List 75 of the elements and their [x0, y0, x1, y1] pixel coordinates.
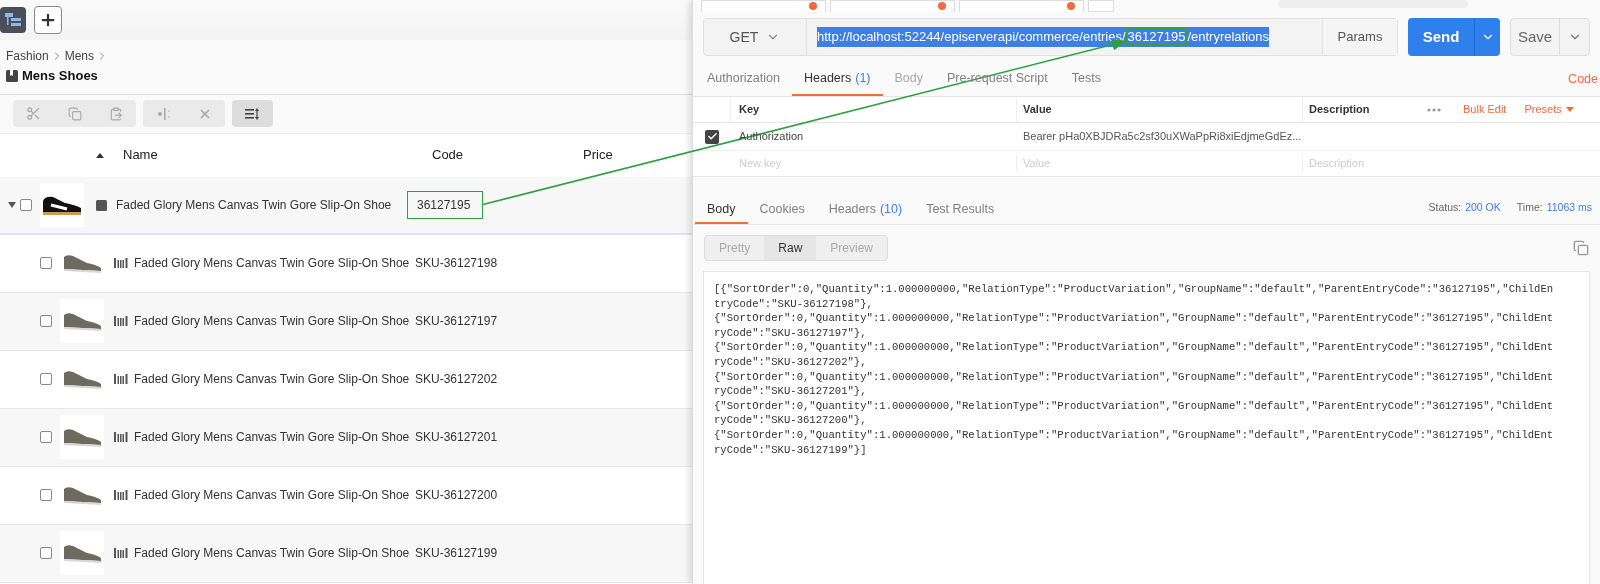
product-name: Faded Glory Mens Canvas Twin Gore Slip-On Shoe	[116, 196, 393, 214]
table-row[interactable]: Faded Glory Mens Canvas Twin Gore Slip-On Shoe SKU-36127199	[0, 524, 692, 583]
table-row[interactable]: Faded Glory Mens Canvas Twin Gore Slip-On Shoe 36127195	[0, 176, 692, 235]
table-row[interactable]: Faded Glory Mens Canvas Twin Gore Slip-On Shoe SKU-36127197	[0, 292, 692, 351]
time-value: 11063 ms	[1546, 199, 1592, 215]
product-name: Faded Glory Mens Canvas Twin Gore Slip-On Shoe	[134, 429, 411, 446]
product-code: SKU-36127198	[415, 255, 498, 272]
row-checkbox[interactable]	[40, 547, 52, 559]
response-tab[interactable]: Headers (10)	[816, 197, 915, 224]
column-header: Value	[1017, 97, 1303, 122]
barcode-icon	[114, 374, 128, 384]
shoe-thumbnail	[60, 415, 104, 459]
product-code: SKU-36127201	[415, 429, 498, 446]
product-name: Faded Glory Mens Canvas Twin Gore Slip-On Shoe	[134, 313, 411, 330]
column-header[interactable]: Name	[123, 145, 432, 165]
product-code: SKU-36127200	[415, 487, 498, 504]
product-code: SKU-36127202	[415, 371, 498, 388]
row-checkbox[interactable]	[40, 315, 52, 327]
response-tab[interactable]: Body	[695, 197, 748, 224]
product-name: Faded Glory Mens Canvas Twin Gore Slip-On Shoe	[134, 545, 411, 562]
product-code: SKU-36127199	[415, 545, 498, 562]
response-tab[interactable]: Cookies	[747, 197, 817, 224]
send-button[interactable]: Send	[1408, 18, 1474, 56]
shoe-thumbnail	[40, 182, 84, 227]
product-name: Faded Glory Mens Canvas Twin Gore Slip-On Shoe	[134, 371, 411, 388]
request-options-tab[interactable]: Authorization	[695, 62, 792, 96]
request-options-tab[interactable]: Tests	[1059, 62, 1113, 96]
view-mode-tab[interactable]: Raw	[764, 236, 817, 260]
breadcrumb-link[interactable]: Fashion	[6, 47, 49, 65]
barcode-icon	[114, 548, 128, 558]
row-checkbox[interactable]	[40, 431, 52, 443]
barcode-icon	[114, 316, 128, 326]
sort-ascending-icon	[96, 152, 104, 158]
row-checkbox[interactable]	[40, 373, 52, 385]
split-icon	[156, 107, 171, 120]
column-header: Key	[731, 97, 1017, 122]
column-header[interactable]: Price	[583, 145, 613, 165]
breadcrumb-link[interactable]: Mens	[64, 47, 95, 65]
table-row[interactable]: Faded Glory Mens Canvas Twin Gore Slip-On Shoe SKU-36127201	[0, 408, 692, 467]
tree-view-button[interactable]	[0, 7, 26, 33]
response-tab[interactable]: Test Results	[914, 197, 1007, 224]
product-name: Faded Glory Mens Canvas Twin Gore Slip-On Shoe	[134, 487, 411, 504]
time-label: Time:	[1516, 199, 1543, 215]
copy-icon[interactable]	[1573, 240, 1589, 256]
column-header: Description	[1308, 102, 1371, 118]
add-button[interactable]	[34, 6, 62, 34]
sort-icon	[244, 107, 261, 120]
row-checkbox[interactable]	[40, 257, 52, 269]
shoe-thumbnail	[60, 299, 104, 343]
product-icon	[96, 198, 107, 211]
send-options-button[interactable]	[1474, 18, 1500, 56]
barcode-icon	[114, 258, 128, 268]
response-body: [{"SortOrder":0,"Quantity":1.000000000,"RelationType":"ProductVariation","GroupName":"default","ParentEntryCode":"36127195","ChildEn tryCode":"SKU-36127198"}, {"SortOrder":0,"Quantity":1.000000000,"RelationType":"ProductVariation","GroupName":"default","ParentEntryCode":"36127195","ChildEnt ryCode":"SKU-36127197"}, {"SortOrder":0,"Quantity":1.000000000,"RelationType":"ProductVariation","GroupName":"default","ParentEntryCode":"36127195","ChildEnt ryCode":"SKU-36127202"}, {"SortOrder":0,"Quantity":1.000000000,"RelationType":"ProductVariation","GroupName":"default","ParentEntryCode":"36127195","ChildEnt ryCode":"SKU-36127201"}, {"SortOrder":0,"Quantity":1.000000000,"RelationType":"ProductVariation","GroupName":"default","ParentEntryCode":"36127195","ChildEnt ryCode":"SKU-36127200"}, {"SortOrder":0,"Quantity":1.000000000,"RelationType":"ProductVariation","GroupName":"default","ParentEntryCode":"36127195","ChildEnt ryCode":"SKU-36127199"}]	[714, 282, 1555, 458]
copy-icon	[67, 106, 82, 121]
scissors-icon	[26, 106, 41, 121]
row-checkbox[interactable]	[40, 489, 52, 501]
product-code: 36127195	[407, 190, 483, 219]
add-icon	[39, 11, 57, 29]
header-checkbox[interactable]	[705, 129, 719, 144]
folder-icon	[6, 69, 18, 82]
product-name: Faded Glory Mens Canvas Twin Gore Slip-On Shoe	[134, 255, 411, 272]
status-label: Status:	[1428, 199, 1462, 215]
barcode-icon	[114, 432, 128, 442]
tree-icon	[5, 13, 21, 27]
page-title: Mens Shoes	[22, 67, 98, 85]
barcode-icon	[114, 490, 128, 500]
sort-button[interactable]	[232, 100, 273, 127]
paste-icon	[108, 106, 123, 121]
status-value: 200 OK	[1465, 199, 1501, 215]
product-code: SKU-36127197	[415, 313, 498, 330]
shoe-thumbnail	[60, 531, 104, 575]
row-checkbox[interactable]	[20, 198, 32, 211]
column-header[interactable]: Code	[432, 145, 583, 165]
header-value[interactable]: Bearer pHa0XBJDRa5c2sf30uXWaPpRi8xiEdjmeGdEz...	[1017, 128, 1303, 145]
more-icon[interactable]	[1427, 107, 1441, 112]
